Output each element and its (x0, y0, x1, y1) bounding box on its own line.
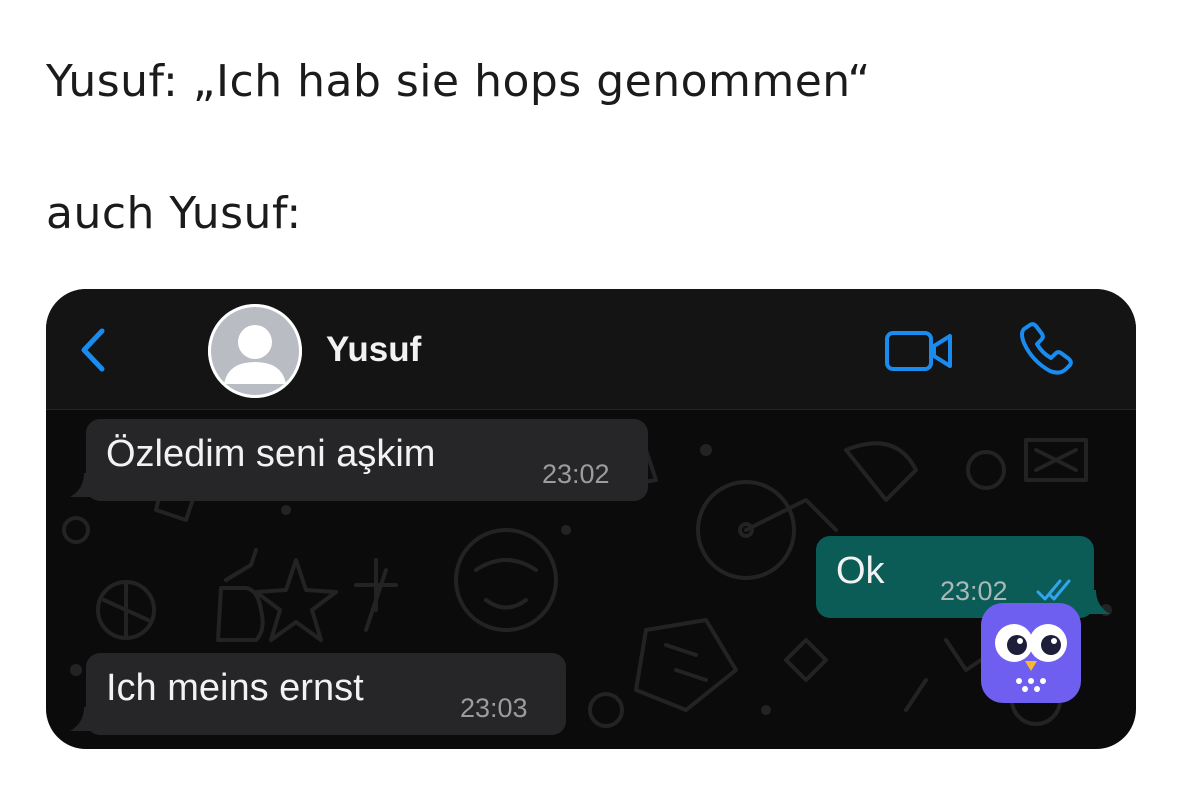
avatar[interactable] (208, 304, 302, 398)
message-text: Özledim seni aşkim (106, 433, 436, 475)
bubble-tail (70, 707, 94, 731)
voice-call-button[interactable] (1016, 321, 1076, 379)
meme-caption-line2: auch Yusuf: (46, 188, 302, 239)
chat-header: Yusuf (46, 289, 1136, 410)
message-timestamp: 23:02 (542, 459, 610, 489)
chevron-left-icon (81, 328, 105, 372)
back-button[interactable] (74, 325, 114, 375)
owl-app-icon (981, 603, 1081, 703)
bubble-tail (1086, 590, 1110, 614)
double-check-icon (1036, 579, 1071, 601)
message-timestamp: 23:02 (940, 576, 1008, 606)
message-bubble-incoming[interactable]: Özledim seni aşkim 23:02 (70, 419, 648, 501)
meme-caption-line1: Yusuf: „Ich hab sie hops genommen“ (46, 56, 871, 107)
message-bubble-incoming[interactable]: Ich meins ernst 23:03 (70, 653, 566, 735)
default-profile-icon (208, 304, 302, 398)
message-text: Ok (836, 550, 885, 592)
contact-name[interactable]: Yusuf (326, 332, 421, 367)
bubble-tail (70, 473, 94, 497)
message-timestamp: 23:03 (460, 693, 528, 723)
phone-icon (1020, 322, 1073, 375)
video-call-button[interactable] (884, 327, 956, 375)
video-camera-icon (885, 331, 952, 371)
message-text: Ich meins ernst (106, 667, 364, 709)
chat-screenshot: Yusuf Özledim seni aşkim 23:02 Ok 23:02 … (46, 289, 1136, 749)
